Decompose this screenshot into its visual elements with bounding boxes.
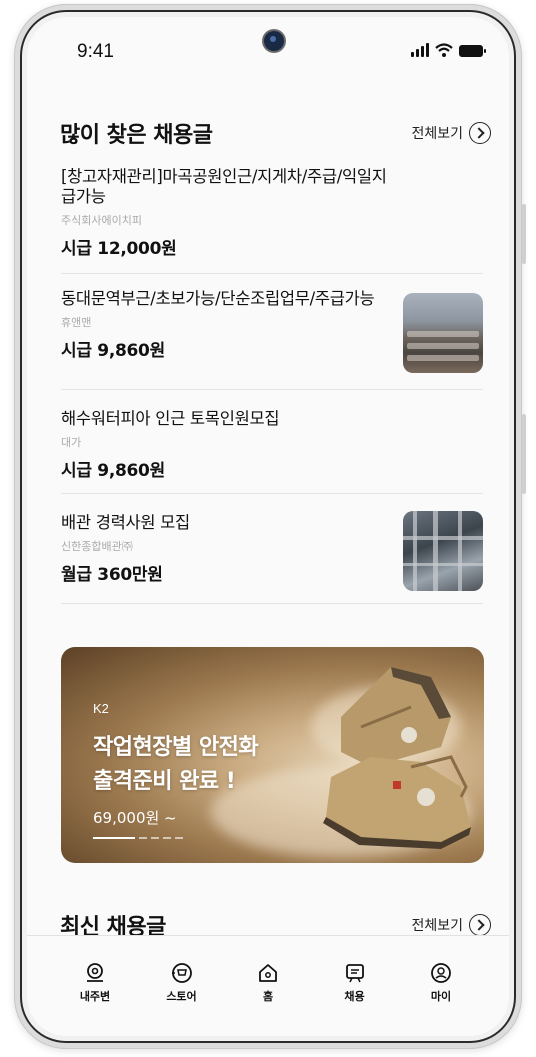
- chevron-right-icon: [469, 914, 491, 936]
- battery-icon: [459, 45, 486, 57]
- banner-title-line1: 작업현장별 안전화: [93, 735, 259, 760]
- job-list-item[interactable]: 해수워터피아 인근 토목인원모집 대가 시급 9,860원: [61, 409, 483, 494]
- job-title: 동대문역부근/초보가능/단순조립업무/주급가능: [61, 289, 375, 308]
- nav-label: 마이: [430, 990, 452, 1003]
- phone-frame: 9:41 많이 찾은 채용글 전체보기 [창고자재관리]마곡공원인근/지게차/주…: [14, 4, 526, 1049]
- nav-label: 홈: [262, 990, 274, 1003]
- pager-indicator: [163, 837, 171, 839]
- latest-see-all-button[interactable]: 전체보기: [411, 914, 491, 936]
- job-board-icon: [345, 964, 364, 983]
- nav-item-jobs[interactable]: 채용: [325, 962, 385, 1004]
- phone-bezel: 9:41 많이 찾은 채용글 전체보기 [창고자재관리]마곡공원인근/지게차/주…: [20, 10, 516, 1043]
- status-icons: [411, 43, 486, 57]
- app-screen: 9:41 많이 찾은 채용글 전체보기 [창고자재관리]마곡공원인근/지게차/주…: [27, 17, 509, 1036]
- banner-title: 작업현장별 안전화 출격준비 완료 !: [93, 731, 259, 799]
- status-bar: 9:41: [27, 17, 509, 77]
- cart-icon: [171, 963, 192, 983]
- job-list-item[interactable]: [창고자재관리]마곡공원인근/지게차/주급/익일지급가능 주식회사에이치피 시급…: [61, 167, 483, 274]
- nav-label: 채용: [344, 990, 365, 1003]
- banner-pager: [93, 837, 183, 839]
- pager-indicator: [175, 837, 183, 839]
- job-company: 대가: [61, 436, 82, 449]
- job-title: 해수워터피아 인근 토목인원모집: [61, 409, 280, 428]
- volume-button: [522, 204, 526, 264]
- nav-item-nearby[interactable]: 내주변: [65, 962, 125, 1004]
- job-thumbnail-image: [403, 511, 483, 591]
- job-list-item[interactable]: 동대문역부근/초보가능/단순조립업무/주급가능 휴앤맨 시급 9,860원: [61, 289, 483, 390]
- front-camera: [264, 31, 284, 51]
- see-all-label: 전체보기: [411, 918, 463, 934]
- signal-icon: [411, 43, 429, 57]
- nav-label: 내주변: [79, 990, 111, 1003]
- job-thumbnail-image: [403, 293, 483, 373]
- job-pay: 시급 9,860원: [61, 461, 165, 481]
- home-icon: [259, 964, 277, 982]
- status-time: 9:41: [77, 41, 114, 62]
- see-all-label: 전체보기: [411, 126, 463, 142]
- popular-see-all-button[interactable]: 전체보기: [411, 122, 491, 144]
- power-button: [522, 414, 526, 494]
- location-pin-icon: [87, 963, 103, 982]
- profile-icon: [431, 963, 451, 983]
- pager-indicator: [139, 837, 147, 839]
- promo-banner[interactable]: K2 작업현장별 안전화 출격준비 완료 ! 69,000원 ~: [61, 647, 484, 863]
- bottom-navigation: 내주변 스토어 홈 채용 마이: [27, 935, 509, 1036]
- job-list-item[interactable]: 배관 경력사원 모집 신한종합배관㈜ 월급 360만원: [61, 511, 483, 604]
- nav-item-store[interactable]: 스토어: [152, 962, 212, 1004]
- banner-brand: K2: [93, 701, 109, 716]
- job-title: [창고자재관리]마곡공원인근/지게차/주급/익일지급가능: [61, 167, 387, 206]
- nav-item-my[interactable]: 마이: [411, 962, 471, 1004]
- chevron-right-icon: [469, 122, 491, 144]
- safety-shoe-image: [323, 667, 471, 849]
- banner-title-line2: 출격준비 완료 !: [93, 769, 236, 794]
- pager-active-indicator: [93, 837, 135, 839]
- pager-indicator: [151, 837, 159, 839]
- nav-label: 스토어: [166, 990, 197, 1003]
- job-company: 주식회사에이치피: [61, 214, 142, 227]
- banner-price: 69,000원 ~: [93, 809, 177, 827]
- job-title: 배관 경력사원 모집: [61, 513, 190, 532]
- nav-item-home[interactable]: 홈: [238, 962, 298, 1004]
- job-pay: 시급 12,000원: [61, 239, 177, 259]
- popular-section-title: 많이 찾은 채용글: [60, 123, 213, 148]
- wifi-icon: [435, 43, 453, 57]
- popular-section-header: 많이 찾은 채용글 전체보기: [60, 117, 491, 149]
